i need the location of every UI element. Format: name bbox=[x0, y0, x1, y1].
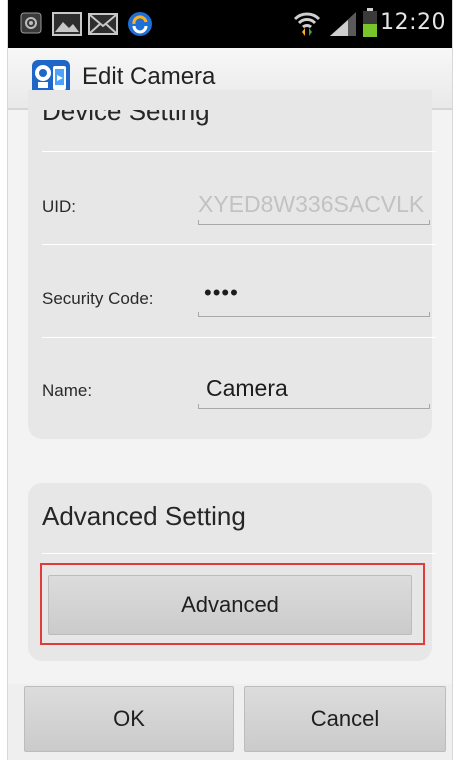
device-setting-title: Device Setting bbox=[42, 110, 210, 126]
status-time: 12:20 bbox=[380, 10, 446, 35]
name-field[interactable]: Camera bbox=[206, 375, 428, 402]
wifi-icon bbox=[292, 8, 322, 43]
name-field-underline bbox=[198, 404, 430, 409]
advanced-button[interactable]: Advanced bbox=[48, 575, 412, 635]
uid-label: UID: bbox=[42, 197, 76, 216]
security-code-label: Security Code: bbox=[42, 289, 154, 308]
page-title: Edit Camera bbox=[82, 63, 216, 90]
uid-field-underline bbox=[198, 220, 430, 225]
email-icon bbox=[88, 12, 118, 41]
advanced-setting-title: Advanced Setting bbox=[42, 501, 246, 531]
signal-icon bbox=[328, 10, 358, 43]
bottom-button-bar: OK Cancel bbox=[8, 684, 452, 760]
phone-screen: 12:20 Edit Camera Device Setting UID: XY… bbox=[8, 0, 452, 760]
device-setting-card: Device Setting UID: XYED8W336SACVLK Secu… bbox=[28, 90, 436, 439]
status-bar: 12:20 bbox=[8, 0, 452, 48]
content-area: Device Setting UID: XYED8W336SACVLK Secu… bbox=[8, 90, 452, 684]
divider bbox=[42, 151, 436, 152]
battery-icon bbox=[362, 8, 378, 43]
sync-icon bbox=[126, 10, 154, 43]
divider bbox=[42, 337, 436, 338]
divider bbox=[42, 553, 436, 554]
security-code-field-underline bbox=[198, 312, 430, 317]
uid-field[interactable]: XYED8W336SACVLK bbox=[198, 191, 432, 218]
name-label: Name: bbox=[42, 381, 93, 400]
advanced-setting-card: Advanced Setting Advanced bbox=[28, 483, 436, 661]
cancel-button[interactable]: Cancel bbox=[244, 686, 446, 752]
divider bbox=[42, 244, 436, 245]
ok-button[interactable]: OK bbox=[24, 686, 234, 752]
notification-icon bbox=[20, 12, 42, 39]
gallery-icon bbox=[52, 12, 82, 41]
security-code-field[interactable]: •••• bbox=[204, 280, 428, 306]
